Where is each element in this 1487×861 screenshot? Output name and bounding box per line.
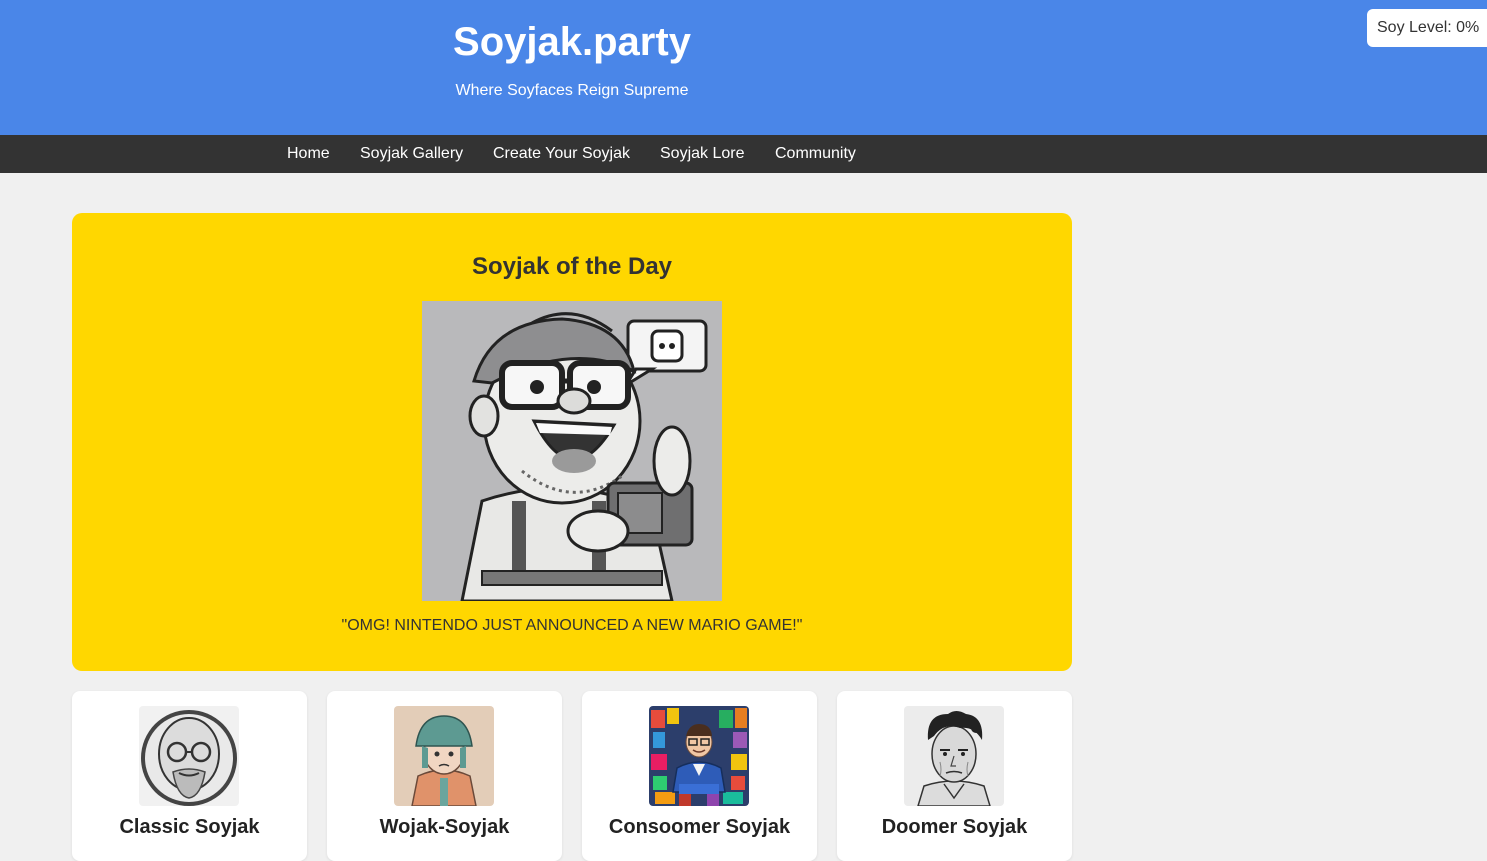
card-name: Wojak-Soyjak — [379, 816, 510, 838]
nav-create-your-soyjak[interactable]: Create Your Soyjak — [493, 135, 630, 173]
soy-level-indicator: Soy Level: 0% — [1367, 9, 1487, 47]
site-tagline: Where Soyfaces Reign Supreme — [455, 82, 689, 99]
site-header: Soyjak.party Where Soyfaces Reign Suprem… — [0, 0, 1487, 135]
classic-soyjak-thumbnail — [139, 706, 239, 806]
soyjak-card-consoomer[interactable]: Consoomer Soyjak — [582, 691, 817, 861]
consoomer-soyjak-thumbnail — [649, 706, 749, 806]
soyjak-card-doomer[interactable]: Doomer Soyjak — [837, 691, 1072, 861]
sotd-quote: "OMG! NINTENDO JUST ANNOUNCED A NEW MARI… — [341, 617, 803, 634]
card-name: Doomer Soyjak — [881, 816, 1028, 838]
sotd-title: Soyjak of the Day — [471, 253, 673, 280]
site-title[interactable]: Soyjak.party — [72, 18, 1072, 66]
nav-soyjak-lore[interactable]: Soyjak Lore — [660, 135, 745, 173]
nav-soyjak-gallery[interactable]: Soyjak Gallery — [360, 135, 463, 173]
soyjak-card-classic[interactable]: Classic Soyjak — [72, 691, 307, 861]
card-name: Classic Soyjak — [119, 816, 260, 838]
nav-community[interactable]: Community — [775, 135, 856, 173]
main-nav: Home Soyjak Gallery Create Your Soyjak S… — [0, 135, 1487, 173]
card-name: Consoomer Soyjak — [608, 816, 791, 838]
wojak-soyjak-thumbnail — [394, 706, 494, 806]
soyjak-of-the-day-section: Soyjak of the Day "OMG! NINTENDO JUST AN… — [72, 213, 1072, 671]
sotd-image — [422, 301, 722, 603]
soyjak-card-wojak[interactable]: Wojak-Soyjak — [327, 691, 562, 861]
doomer-soyjak-thumbnail — [904, 706, 1004, 806]
nav-home[interactable]: Home — [287, 135, 330, 173]
